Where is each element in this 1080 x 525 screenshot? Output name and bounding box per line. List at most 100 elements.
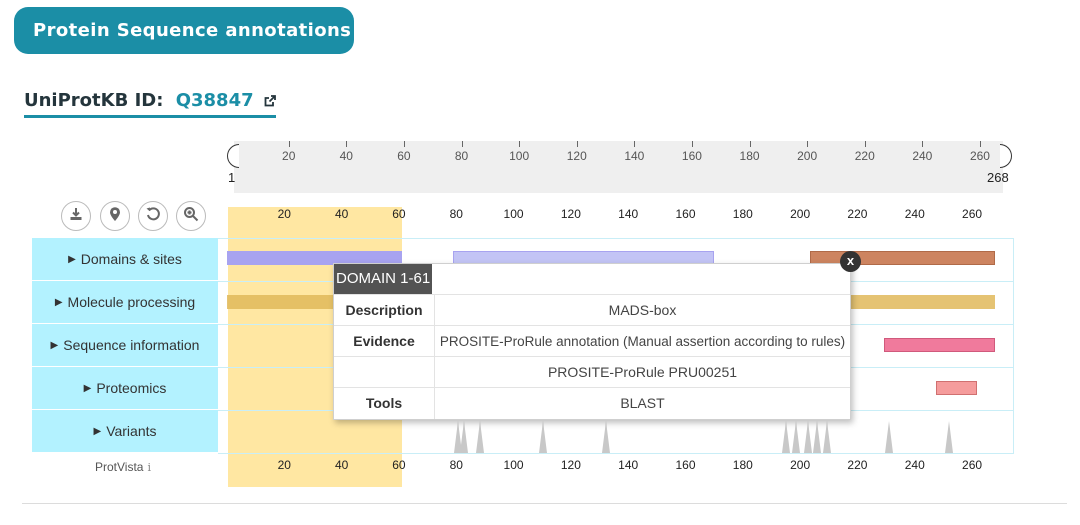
axis-tick-label: 260 <box>962 458 983 472</box>
nav-tick-label: 20 <box>282 149 296 163</box>
sequence-feature[interactable] <box>884 338 995 352</box>
tooltip-row: Description MADS-box <box>334 294 850 326</box>
variant-marker[interactable] <box>792 421 800 453</box>
axis-tick-label: 20 <box>277 458 291 472</box>
nav-start-handle[interactable] <box>227 144 239 168</box>
axis-tick-label: 60 <box>392 207 406 221</box>
tooltip-key: Description <box>334 295 435 326</box>
expand-triangle-icon: ▶ <box>93 425 102 437</box>
nav-tick <box>288 141 290 147</box>
axis-tick-label: 220 <box>847 207 868 221</box>
nav-tick <box>576 141 578 147</box>
category-proteomics[interactable]: ▶ Proteomics <box>32 367 218 409</box>
tooltip-key <box>334 357 435 388</box>
external-link-icon[interactable] <box>264 91 276 112</box>
variant-marker[interactable] <box>460 421 468 453</box>
nav-tick <box>519 141 521 147</box>
nav-end-handle[interactable] <box>1000 144 1012 168</box>
expand-triangle-icon: ▶ <box>54 296 63 308</box>
variant-marker[interactable] <box>602 421 610 453</box>
track-border <box>1013 238 1014 454</box>
nav-tick <box>922 141 924 147</box>
axis-tick-label: 260 <box>962 207 983 221</box>
zoom-in-button[interactable] <box>176 201 206 231</box>
axis-tick-label: 80 <box>449 458 463 472</box>
tooltip-value[interactable]: BLAST <box>435 388 850 419</box>
pin-button[interactable] <box>100 201 130 231</box>
nav-end-label: 268 <box>987 170 1009 185</box>
feature-tooltip: DOMAIN 1-61 Description MADS-box Evidenc… <box>333 263 851 420</box>
variant-marker[interactable] <box>813 421 821 453</box>
category-molecule-processing[interactable]: ▶ Molecule processing <box>32 281 218 323</box>
tooltip-title: DOMAIN 1-61 <box>334 264 433 294</box>
category-label: Proteomics <box>96 380 167 396</box>
nav-tick <box>864 141 866 147</box>
axis-tick-label: 160 <box>675 458 696 472</box>
info-icon[interactable]: i <box>147 461 151 474</box>
axis-tick-label: 240 <box>904 207 925 221</box>
protvista-footer: ProtVista i <box>95 460 151 474</box>
uniprot-heading: UniProtKB ID: Q38847 <box>24 90 276 118</box>
nav-tick <box>346 141 348 147</box>
nav-tick <box>461 141 463 147</box>
axis-tick-label: 40 <box>334 207 349 221</box>
category-domains-sites[interactable]: ▶ Domains & sites <box>32 238 218 280</box>
axis-tick-label: 180 <box>732 458 753 472</box>
divider <box>22 503 1067 504</box>
tooltip-value: MADS-box <box>608 302 677 318</box>
tooltip-value[interactable]: PROSITE-ProRule annotation (Manual asser… <box>435 326 850 357</box>
uniprot-label: UniProtKB ID: <box>24 90 164 111</box>
axis-tick-label: 40 <box>334 458 349 472</box>
uniprot-id-link[interactable]: Q38847 <box>176 90 254 111</box>
category-label: Molecule processing <box>67 294 196 310</box>
tooltip-close-button[interactable]: x <box>840 251 861 272</box>
location-pin-icon <box>108 206 122 227</box>
nav-tick <box>807 141 809 147</box>
reset-icon <box>145 206 161 227</box>
category-label: Domains & sites <box>80 251 182 267</box>
tooltip-key: Tools <box>334 388 435 419</box>
section-header: Protein Sequence annotations <box>14 7 354 54</box>
axis-tick-label: 160 <box>675 207 696 221</box>
nav-tick-label: 220 <box>854 149 875 163</box>
nav-tick-label: 160 <box>681 149 702 163</box>
variant-marker[interactable] <box>945 421 953 453</box>
download-button[interactable] <box>61 201 91 231</box>
variant-marker[interactable] <box>539 421 547 453</box>
tooltip-value[interactable]: PROSITE-ProRule PRU00251 <box>435 357 850 388</box>
nav-tick-label: 240 <box>912 149 933 163</box>
axis-tick-label: 220 <box>847 458 868 472</box>
category-sequence-information[interactable]: ▶ Sequence information <box>32 324 218 366</box>
variant-marker[interactable] <box>885 421 893 453</box>
nav-tick-label: 100 <box>509 149 530 163</box>
axis-tick-label: 60 <box>392 458 406 472</box>
download-icon <box>68 206 84 227</box>
nav-tick <box>979 141 981 147</box>
axis-tick-label: 20 <box>277 207 291 221</box>
nav-tick-label: 120 <box>566 149 587 163</box>
track-divider <box>218 453 1014 454</box>
tooltip-key: Evidence <box>334 326 435 357</box>
variant-marker[interactable] <box>782 421 790 453</box>
protvista-label: ProtVista <box>95 460 144 474</box>
tooltip-row: PROSITE-ProRule PRU00251 <box>334 356 850 388</box>
axis-tick-label: 80 <box>449 207 463 221</box>
axis-tick-label: 120 <box>560 458 581 472</box>
category-variants[interactable]: ▶ Variants <box>32 410 218 452</box>
variant-marker[interactable] <box>823 421 831 453</box>
nav-tick-label: 260 <box>969 149 990 163</box>
reset-button[interactable] <box>138 201 168 231</box>
axis-tick-label: 100 <box>503 458 524 472</box>
category-label: Variants <box>106 423 157 439</box>
tooltip-row: Tools BLAST <box>334 387 850 419</box>
nav-tick-label: 40 <box>339 149 353 163</box>
proteomics-feature[interactable] <box>936 381 977 395</box>
axis-tick-label: 140 <box>618 207 639 221</box>
variant-marker[interactable] <box>804 421 812 453</box>
nav-tick <box>634 141 636 147</box>
nav-tick <box>691 141 693 147</box>
nav-tick-label: 140 <box>624 149 645 163</box>
axis-tick-label: 200 <box>790 458 811 472</box>
track-divider <box>218 238 1014 239</box>
variant-marker[interactable] <box>476 421 484 453</box>
